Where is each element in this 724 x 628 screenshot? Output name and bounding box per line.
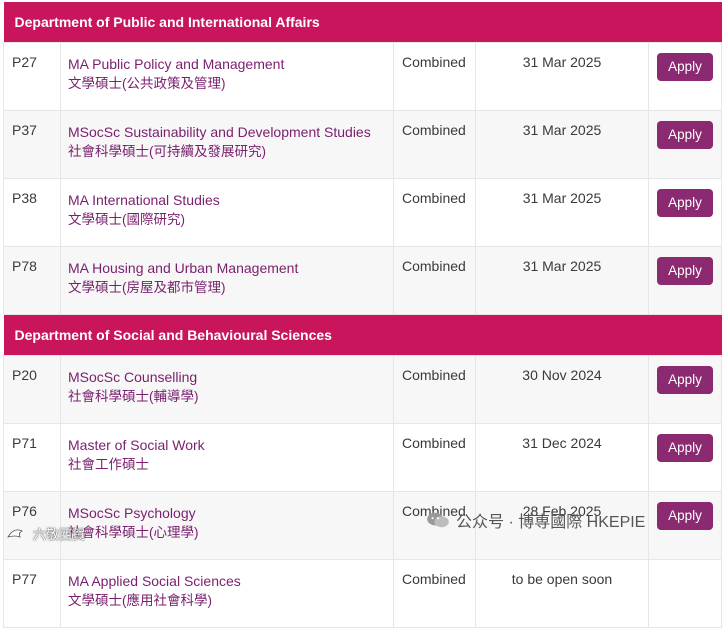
watermark-right-text: 公众号 · 博専國際 HKEPIE bbox=[456, 514, 646, 531]
wechat-icon bbox=[427, 512, 449, 528]
programme-name-cell: MSocSc Psychology 社會科學碩士(心理學) bbox=[60, 491, 394, 560]
study-mode: Combined bbox=[393, 246, 476, 315]
application-deadline: to be open soon bbox=[475, 559, 649, 628]
action-cell: Apply bbox=[647, 246, 723, 315]
programme-name-cell: MA Public Policy and Management 文學碩士(公共政… bbox=[60, 42, 394, 111]
apply-button[interactable]: Apply bbox=[657, 434, 713, 462]
programme-name-cell: Master of Social Work 社會工作碩士 bbox=[60, 423, 394, 492]
study-mode: Combined bbox=[393, 355, 476, 424]
apply-button[interactable]: Apply bbox=[657, 189, 713, 217]
programme-name-cell: MA Housing and Urban Management 文學碩士(房屋及… bbox=[60, 246, 394, 315]
action-cell: Apply bbox=[647, 423, 723, 492]
apply-button[interactable]: Apply bbox=[657, 366, 713, 394]
study-mode: Combined bbox=[393, 42, 476, 111]
action-cell: Apply bbox=[647, 110, 723, 179]
department-title: Department of Public and International A… bbox=[3, 2, 722, 43]
programme-name-chinese[interactable]: 文學碩士(公共政策及管理) bbox=[68, 74, 393, 94]
programme-code: P20 bbox=[3, 355, 61, 424]
programme-name-link[interactable]: MA Public Policy and Management bbox=[68, 54, 393, 74]
programme-name-cell: MA Applied Social Sciences 文學碩士(應用社會科學) bbox=[60, 559, 394, 628]
bird-logo-icon bbox=[7, 528, 23, 538]
action-cell: Apply bbox=[647, 355, 723, 424]
table-row: P37 MSocSc Sustainability and Developmen… bbox=[3, 110, 723, 179]
application-deadline: 31 Mar 2025 bbox=[475, 246, 649, 315]
programme-code: P71 bbox=[3, 423, 61, 492]
programme-name-chinese[interactable]: 文學碩士(應用社會科學) bbox=[68, 591, 393, 611]
study-mode: Combined bbox=[393, 559, 476, 628]
apply-button[interactable]: Apply bbox=[657, 53, 713, 81]
action-cell: Apply bbox=[647, 491, 723, 560]
apply-button[interactable]: Apply bbox=[657, 121, 713, 149]
study-mode: Combined bbox=[393, 178, 476, 247]
study-mode: Combined bbox=[393, 423, 476, 492]
table-row: P38 MA International Studies 文學碩士(國際研究) … bbox=[3, 178, 723, 247]
application-deadline: 30 Nov 2024 bbox=[475, 355, 649, 424]
watermark-right: 公众号 · 博専國際 HKEPIE bbox=[426, 508, 645, 532]
programme-code: P37 bbox=[3, 110, 61, 179]
programme-name-link[interactable]: MSocSc Psychology bbox=[68, 503, 393, 523]
apply-button[interactable]: Apply bbox=[657, 257, 713, 285]
department-header-row: Department of Public and International A… bbox=[3, 2, 722, 43]
programme-name-link[interactable]: MA Applied Social Sciences bbox=[68, 571, 393, 591]
programme-code: P27 bbox=[3, 42, 61, 111]
department-header-row: Department of Social and Behavioural Sci… bbox=[3, 314, 722, 356]
table-row: P27 MA Public Policy and Management 文學碩士… bbox=[3, 42, 723, 111]
programme-name-chinese[interactable]: 文學碩士(國際研究) bbox=[68, 210, 393, 230]
programme-name-link[interactable]: MSocSc Sustainability and Development St… bbox=[68, 122, 393, 142]
table-row: P20 MSocSc Counselling 社會科學碩士(輔導學) Combi… bbox=[3, 355, 723, 424]
action-cell: Apply bbox=[647, 178, 723, 247]
application-deadline: 31 Dec 2024 bbox=[475, 423, 649, 492]
programme-code: P78 bbox=[3, 246, 61, 315]
programme-name-chinese[interactable]: 社會科學碩士(輔導學) bbox=[68, 387, 393, 407]
table-row: P71 Master of Social Work 社會工作碩士 Combine… bbox=[3, 423, 723, 492]
programme-table: Department of Public and International A… bbox=[3, 2, 723, 628]
watermark-left: 六敬西賀 bbox=[6, 524, 85, 543]
programme-name-link[interactable]: MA Housing and Urban Management bbox=[68, 258, 393, 278]
programme-name-link[interactable]: MSocSc Counselling bbox=[68, 367, 393, 387]
programme-name-cell: MA International Studies 文學碩士(國際研究) bbox=[60, 178, 394, 247]
programme-name-chinese[interactable]: 社會科學碩士(心理學) bbox=[68, 523, 393, 543]
programme-name-chinese[interactable]: 社會科學碩士(可持續及發展研究) bbox=[68, 142, 393, 162]
programme-name-cell: MSocSc Counselling 社會科學碩士(輔導學) bbox=[60, 355, 394, 424]
action-cell bbox=[647, 559, 723, 628]
application-deadline: 31 Mar 2025 bbox=[475, 110, 649, 179]
study-mode: Combined bbox=[393, 110, 476, 179]
application-deadline: 31 Mar 2025 bbox=[475, 42, 649, 111]
apply-button[interactable]: Apply bbox=[657, 502, 713, 530]
programme-code: P77 bbox=[3, 559, 61, 628]
programme-table-container: Department of Public and International A… bbox=[3, 2, 723, 628]
table-row: P78 MA Housing and Urban Management 文學碩士… bbox=[3, 246, 723, 315]
programme-name-link[interactable]: MA International Studies bbox=[68, 190, 393, 210]
programme-name-cell: MSocSc Sustainability and Development St… bbox=[60, 110, 394, 179]
department-title: Department of Social and Behavioural Sci… bbox=[3, 314, 722, 356]
programme-name-chinese[interactable]: 社會工作碩士 bbox=[68, 455, 393, 475]
programme-code: P38 bbox=[3, 178, 61, 247]
programme-name-link[interactable]: Master of Social Work bbox=[68, 435, 393, 455]
watermark-left-text: 六敬西賀 bbox=[33, 527, 86, 542]
programme-name-chinese[interactable]: 文學碩士(房屋及都市管理) bbox=[68, 278, 393, 298]
action-cell: Apply bbox=[647, 42, 723, 111]
table-row: P77 MA Applied Social Sciences 文學碩士(應用社會… bbox=[3, 559, 723, 628]
application-deadline: 31 Mar 2025 bbox=[475, 178, 649, 247]
